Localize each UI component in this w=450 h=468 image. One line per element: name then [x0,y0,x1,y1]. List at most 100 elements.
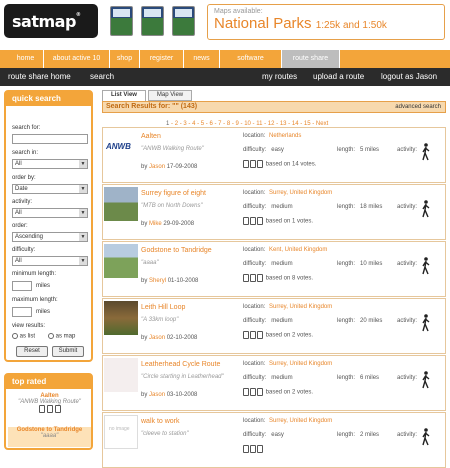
search-in-label: search in: [12,150,39,156]
difficulty-line: difficulty: easy [243,147,284,153]
top-rated-item[interactable]: Godstone to Tandridge "aaaa" [8,427,91,447]
difficulty-select[interactable]: All ▼ [12,256,88,266]
route-difficulty: medium [271,375,293,381]
route-votes: based on 1 votes. [265,218,314,225]
route-length: 18 miles [360,204,383,210]
result-row[interactable]: Surrey figure of eight "MTB on North Down… [102,184,446,240]
tab-list-view[interactable]: List View [102,90,146,101]
chevron-down-icon: ▼ [79,185,87,193]
length-line: length: 6 miles [337,375,379,381]
rating-device-icon [250,160,256,168]
rating-device-icon [257,160,263,168]
difficulty-label: difficulty: [243,375,267,381]
subnav-route-share-home[interactable]: route share home [8,68,71,86]
route-name[interactable]: Godstone to Tandridge [141,247,212,254]
site-header: satmap® Maps available: National Parks 1… [0,0,450,44]
route-location[interactable]: Kent, United Kingdom [269,247,327,253]
route-author[interactable]: Sheryl [149,278,166,284]
max-miles-label: miles [36,309,51,315]
activity-select[interactable]: All ▼ [12,208,88,218]
maps-banner[interactable]: Maps available: National Parks 1:25k and… [207,4,445,40]
submit-button[interactable]: Submit [52,346,84,357]
route-difficulty: easy [271,147,284,153]
by-label: by [141,164,148,170]
nav-about[interactable]: about active 10 [44,50,110,68]
route-name[interactable]: Leith Hill Loop [141,304,185,311]
nav-route-share[interactable]: route share [282,50,340,68]
order-by-select[interactable]: Date ▼ [12,184,88,194]
search-for-input[interactable] [12,134,88,144]
rating-device-icon [243,217,249,225]
route-author[interactable]: Mike [149,221,162,227]
nav-news[interactable]: news [184,50,220,68]
order-label: order: [12,223,28,229]
order-select[interactable]: Ascending ▼ [12,232,88,242]
route-rating: based on 2 votes. [243,331,313,339]
route-location[interactable]: Surrey, United Kingdom [269,361,332,367]
rating-device-icon [250,445,256,453]
route-location[interactable]: Surrey, United Kingdom [269,190,332,196]
as-map-label: as map [55,333,76,340]
result-row[interactable]: Leatherhead Cycle Route "Circle starting … [102,355,446,411]
result-row[interactable]: Godstone to Tandridge "aaaa" by Sheryl 01-… [102,241,446,297]
route-name[interactable]: walk to work [141,418,180,425]
route-thumbnail[interactable] [104,187,138,221]
route-date: 29-09-2008 [163,221,195,227]
rating-device-icon [257,331,263,339]
route-author[interactable]: Jason [149,335,165,341]
rating-device-icon [250,217,256,225]
max-length-input[interactable] [12,307,32,317]
subnav-logout[interactable]: logout as Jason [381,68,437,86]
route-description: "ANWB Walking Route" [141,146,204,152]
result-row[interactable]: no image walk to work "cleeve to station" … [102,412,446,468]
route-thumbnail[interactable] [104,301,138,335]
route-thumbnail[interactable] [104,358,138,392]
as-map-option[interactable]: as map [48,333,75,340]
rating-device-icon [243,331,249,339]
route-name[interactable]: Leatherhead Cycle Route [141,361,220,368]
route-thumbnail[interactable]: ANWB [104,130,138,164]
as-list-radio[interactable] [12,333,18,339]
route-location[interactable]: Surrey, United Kingdom [269,418,332,424]
top-rated-panel: top rated Aalten "ANWB Walking Route" Go… [4,373,93,450]
sd-card-3 [172,6,195,36]
rating-device-icon [250,388,256,396]
result-row[interactable]: ANWB Aalten "ANWB Walking Route" by Jason 1… [102,127,446,183]
as-map-radio[interactable] [48,333,54,339]
route-votes: based on 14 votes. [265,161,317,168]
min-length-input[interactable] [12,281,32,291]
route-thumbnail[interactable]: no image [104,415,138,449]
length-line: length: 5 miles [337,147,379,153]
route-difficulty: easy [271,432,284,438]
length-label: length: [337,318,356,324]
route-location[interactable]: Surrey, United Kingdom [269,304,332,310]
route-location[interactable]: Netherlands [269,133,301,139]
top-rated-item[interactable]: Aalten "ANWB Walking Route" [8,393,91,423]
view-results-label: view results: [12,323,46,329]
chevron-down-icon: ▼ [79,160,87,168]
advanced-search-link[interactable]: advanced search [395,104,441,110]
nav-home[interactable]: home [8,50,44,68]
nav-register[interactable]: register [140,50,184,68]
nav-software[interactable]: software [220,50,282,68]
results-heading: Search Results for: "" (143) [106,103,198,110]
result-row[interactable]: Leith Hill Loop "A 33km loop" by Jason 02-… [102,298,446,354]
route-thumbnail[interactable] [104,244,138,278]
satmap-logo[interactable]: satmap® [4,4,98,38]
subnav-upload-route[interactable]: upload a route [313,68,364,86]
subnav-search[interactable]: search [90,68,114,86]
activity-label: activity: [397,318,418,324]
route-author[interactable]: Jason [149,392,165,398]
route-name[interactable]: Aalten [141,133,161,140]
route-name[interactable]: Surrey figure of eight [141,190,206,197]
length-label: length: [337,375,356,381]
search-in-select[interactable]: All ▼ [12,159,88,169]
subnav-my-routes[interactable]: my routes [262,68,297,86]
length-line: length: 20 miles [337,318,382,324]
min-length-label: minimum length: [12,271,57,277]
tab-map-view[interactable]: Map View [148,90,192,101]
route-author[interactable]: Jason [149,164,165,170]
reset-button[interactable]: Reset [16,346,48,357]
as-list-option[interactable]: as list [12,333,35,340]
nav-shop[interactable]: shop [110,50,140,68]
